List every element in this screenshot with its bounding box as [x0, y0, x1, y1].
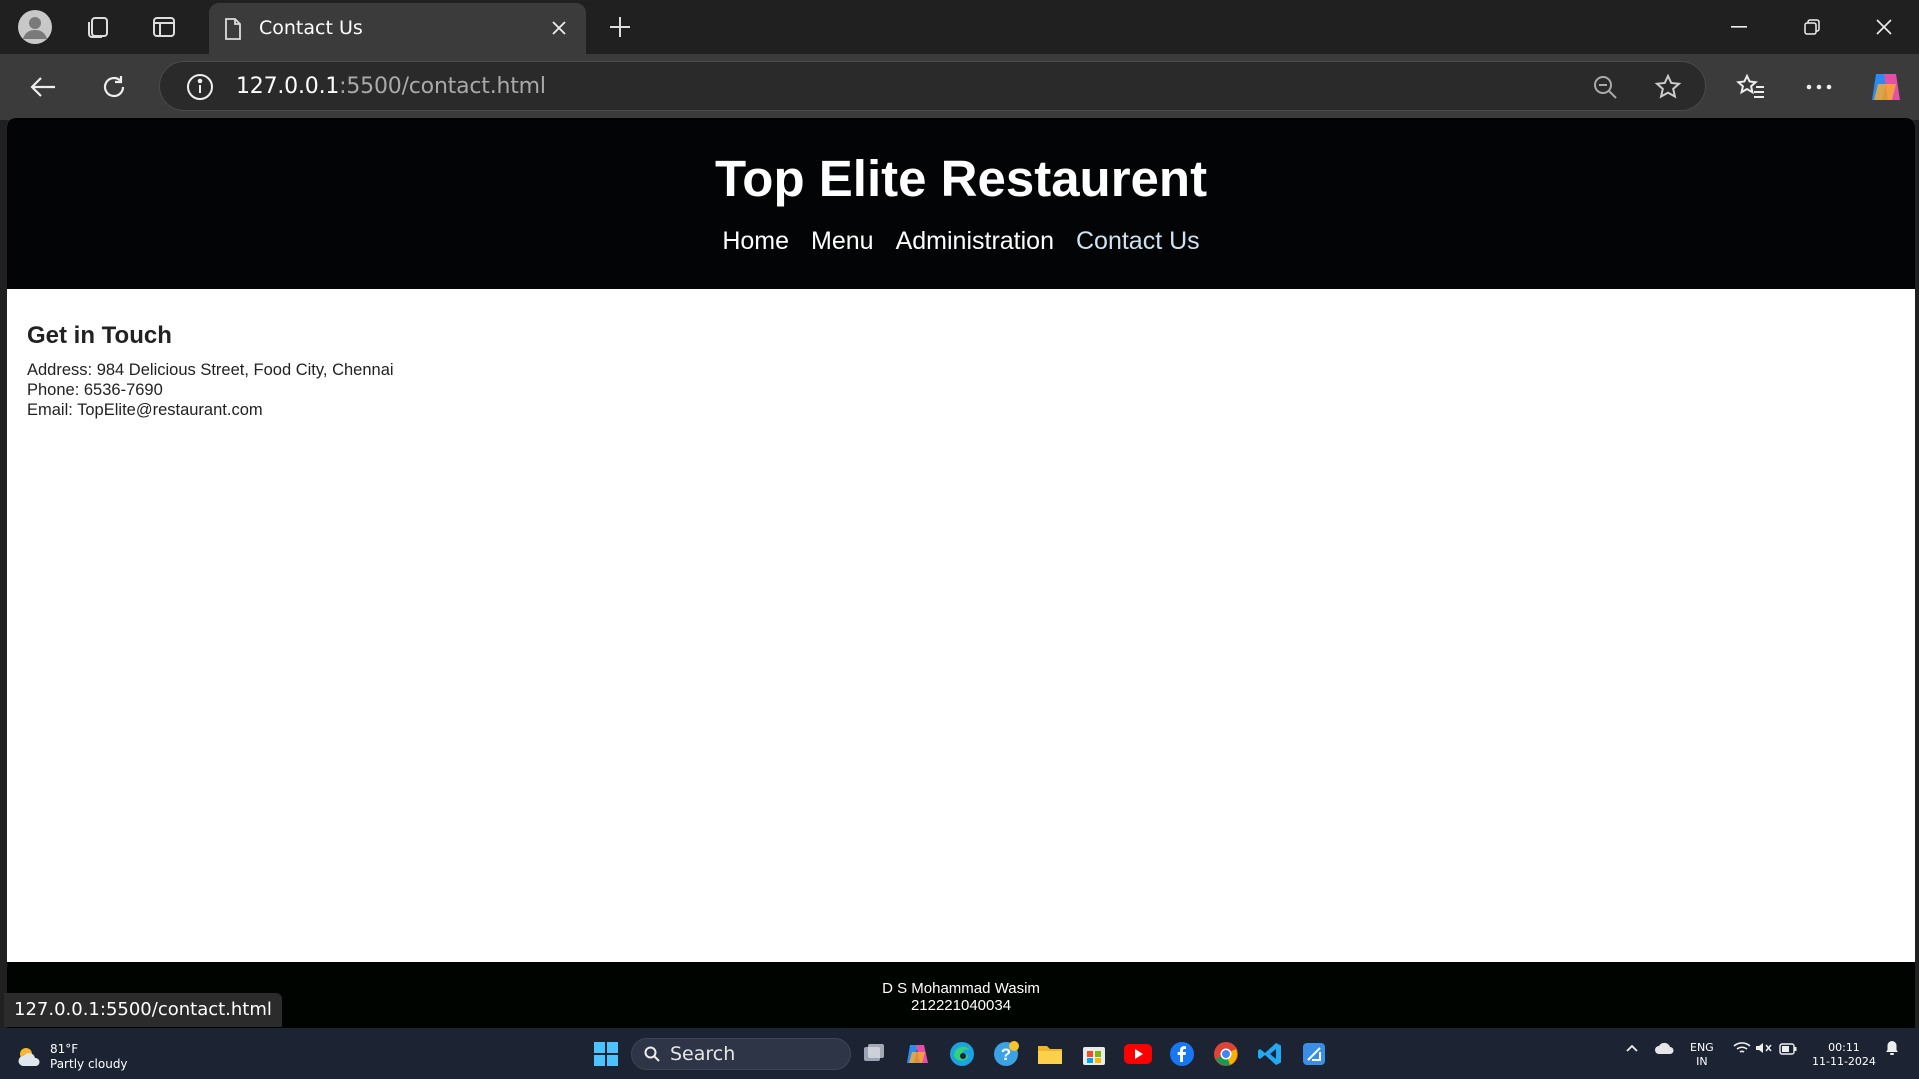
clock-date: 11-11-2024	[1812, 1055, 1876, 1068]
help-app-icon[interactable]: ?	[990, 1038, 1022, 1070]
tab-actions-icon[interactable]	[145, 9, 183, 45]
zoom-out-icon[interactable]	[1592, 74, 1618, 105]
search-icon	[644, 1046, 660, 1062]
battery-icon[interactable]	[1779, 1040, 1797, 1059]
contact-email: Email: TopElite@restaurant.com	[27, 401, 263, 419]
more-options-icon[interactable]	[1797, 65, 1841, 109]
lang-top: ENG	[1690, 1041, 1714, 1054]
footer-name: D S Mohammad Wasim	[882, 980, 1040, 997]
weather-temp: 81°F	[50, 1042, 79, 1056]
weather-widget[interactable]: 81°F Partly cloudy	[16, 1042, 128, 1072]
site-header: Top Elite Restaurent Home Menu Administr…	[7, 118, 1915, 289]
clock-time: 00:11	[1828, 1041, 1860, 1054]
onedrive-cloud-icon[interactable]	[1654, 1040, 1674, 1059]
tab-close-icon[interactable]	[542, 11, 576, 45]
browser-tab-bar: Contact Us	[0, 0, 1919, 54]
contact-phone: Phone: 6536-7690	[27, 381, 163, 399]
page-viewport: Top Elite Restaurent Home Menu Administr…	[7, 118, 1915, 1028]
page-icon	[223, 17, 243, 46]
footer-id: 212221040034	[910, 997, 1012, 1014]
url-path: :5500/contact.html	[339, 74, 546, 99]
facebook-icon[interactable]	[1166, 1038, 1198, 1070]
file-explorer-icon[interactable]	[1034, 1038, 1066, 1070]
profile-avatar-icon[interactable]	[16, 9, 54, 45]
collections-icon[interactable]	[79, 9, 117, 45]
restore-icon[interactable]	[1776, 0, 1848, 54]
taskbar-clock[interactable]: 00:11 11-11-2024	[1812, 1041, 1876, 1069]
wifi-icon[interactable]	[1733, 1040, 1751, 1059]
copilot-icon[interactable]	[1864, 65, 1908, 109]
contact-heading: Get in Touch	[27, 322, 172, 349]
notification-bell-icon[interactable]	[1885, 1040, 1899, 1060]
snipping-tool-icon[interactable]	[1298, 1038, 1330, 1070]
search-label: Search	[670, 1043, 736, 1065]
url-host: 127.0.0.1	[236, 74, 340, 99]
site-info-icon[interactable]	[186, 73, 214, 106]
site-title: Top Elite Restaurent	[714, 150, 1208, 207]
close-window-icon[interactable]	[1848, 0, 1919, 54]
lang-bottom: IN	[1696, 1055, 1708, 1068]
youtube-icon[interactable]	[1122, 1038, 1154, 1070]
partly-cloudy-icon	[18, 1048, 40, 1066]
new-tab-icon[interactable]	[601, 9, 639, 45]
taskbar-search[interactable]: Search	[631, 1038, 851, 1070]
favorite-star-icon[interactable]	[1654, 73, 1682, 106]
refresh-icon[interactable]	[92, 65, 136, 109]
language-indicator[interactable]: ENG IN	[1690, 1041, 1714, 1069]
address-bar[interactable]: 127.0.0.1:5500/contact.html	[159, 61, 1706, 111]
tab-title: Contact Us	[259, 17, 363, 39]
browser-toolbar: 127.0.0.1:5500/contact.html	[0, 54, 1919, 120]
chrome-icon[interactable]	[1210, 1038, 1242, 1070]
weather-desc: Partly cloudy	[50, 1057, 128, 1071]
site-nav: Home Menu Administration Contact Us	[7, 227, 1915, 256]
nav-menu-link[interactable]: Menu	[811, 227, 874, 256]
contact-section: Get in Touch Address: 984 Delicious Stre…	[27, 322, 394, 420]
edge-browser-icon[interactable]	[946, 1038, 978, 1070]
windows-taskbar: 81°F Partly cloudy Search ? ENG IN 00:11…	[0, 1028, 1919, 1079]
address-url: 127.0.0.1:5500/contact.html	[236, 74, 546, 99]
back-arrow-icon[interactable]	[21, 65, 65, 109]
nav-contact-link[interactable]: Contact Us	[1076, 227, 1200, 256]
contact-address: Address: 984 Delicious Street, Food City…	[27, 361, 394, 379]
status-bar-url: 127.0.0.1:5500/contact.html	[4, 993, 282, 1027]
microsoft-store-icon[interactable]	[1078, 1038, 1110, 1070]
copilot-app-icon[interactable]	[902, 1038, 934, 1070]
nav-administration-link[interactable]: Administration	[896, 227, 1054, 256]
vscode-icon[interactable]	[1254, 1038, 1286, 1070]
nav-home-link[interactable]: Home	[722, 227, 789, 256]
task-view-icon[interactable]	[858, 1038, 890, 1070]
minimize-icon[interactable]	[1703, 0, 1775, 54]
favorites-list-icon[interactable]	[1729, 65, 1773, 109]
tab-contact-us[interactable]: Contact Us	[209, 3, 586, 54]
site-footer: D S Mohammad Wasim 212221040034	[7, 962, 1915, 1028]
volume-muted-icon[interactable]	[1755, 1040, 1773, 1059]
show-hidden-icons-icon[interactable]	[1625, 1040, 1639, 1059]
start-windows-icon[interactable]	[590, 1038, 622, 1070]
